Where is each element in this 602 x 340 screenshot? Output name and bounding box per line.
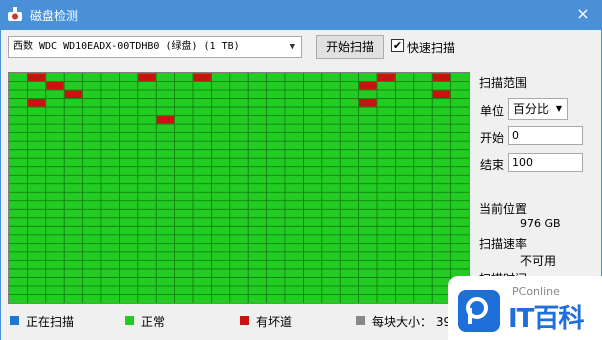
legend-bad-label: 有坏道 bbox=[256, 315, 293, 329]
unit-select-value: 百分比 bbox=[513, 102, 550, 116]
disk-select-value: 西数 WDC WD10EADX-00TDHB0 (绿盘) (1 TB) bbox=[13, 41, 240, 52]
watermark-logo-icon bbox=[458, 290, 500, 332]
bad-block bbox=[359, 82, 377, 90]
chevron-down-icon: ▼ bbox=[289, 42, 295, 52]
checkmark-icon: ✔ bbox=[392, 39, 403, 52]
bad-block bbox=[27, 73, 46, 82]
legend-scanning-swatch bbox=[10, 316, 19, 325]
close-icon[interactable]: × bbox=[572, 3, 594, 25]
block-map bbox=[8, 72, 470, 304]
quick-scan-checkbox[interactable]: ✔ bbox=[391, 39, 404, 52]
legend-scanning-label: 正在扫描 bbox=[26, 315, 75, 329]
bad-block bbox=[156, 116, 175, 124]
title-bar: 磁盘检测 × bbox=[0, 0, 602, 30]
chevron-down-icon: ▼ bbox=[555, 104, 562, 113]
unit-label: 单位 bbox=[480, 104, 505, 118]
current-position-value: 976 GB bbox=[520, 217, 561, 230]
scan-speed-value: 不可用 bbox=[520, 254, 557, 268]
block-size-label: 每块大小： 390 bbox=[372, 315, 459, 329]
bad-block bbox=[193, 73, 211, 82]
block-map-background bbox=[9, 73, 469, 303]
legend-normal-label: 正常 bbox=[141, 315, 166, 329]
start-field[interactable]: 0 bbox=[508, 126, 583, 145]
legend-normal-swatch bbox=[125, 316, 134, 325]
watermark-brand: PConline bbox=[512, 285, 560, 298]
disk-tool-icon bbox=[8, 7, 22, 21]
quick-scan-label: 快速扫描 bbox=[407, 41, 456, 55]
block-map-canvas bbox=[9, 73, 469, 303]
bad-block bbox=[359, 99, 377, 107]
disk-select[interactable]: 西数 WDC WD10EADX-00TDHB0 (绿盘) (1 TB) ▼ bbox=[8, 36, 302, 58]
start-scan-button[interactable]: 开始扫描 bbox=[316, 35, 384, 59]
window-title: 磁盘检测 bbox=[30, 9, 79, 23]
bad-block bbox=[64, 90, 83, 99]
current-position-label: 当前位置 bbox=[479, 202, 528, 216]
bad-block bbox=[138, 73, 156, 82]
scan-range-label: 扫描范围 bbox=[479, 76, 528, 90]
end-label: 结束 bbox=[480, 158, 505, 172]
legend-block-size-swatch bbox=[356, 316, 365, 325]
end-field[interactable]: 100 bbox=[508, 153, 583, 172]
unit-select[interactable]: 百分比 ▼ bbox=[508, 98, 568, 120]
bad-block bbox=[377, 73, 395, 82]
bad-block bbox=[46, 82, 64, 90]
legend-bad-swatch bbox=[240, 316, 249, 325]
bad-block bbox=[432, 90, 451, 99]
scan-speed-label: 扫描速率 bbox=[479, 237, 528, 251]
watermark-text: IT百科 bbox=[508, 304, 584, 334]
start-label: 开始 bbox=[480, 131, 505, 145]
bad-block bbox=[27, 99, 46, 107]
bad-block bbox=[432, 73, 451, 82]
